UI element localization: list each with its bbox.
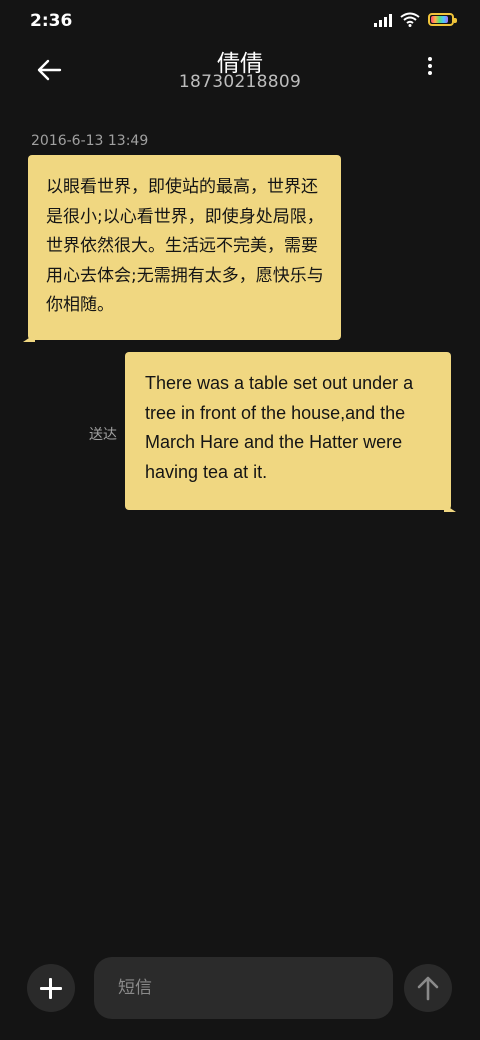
delivery-status: 送达 (89, 427, 117, 443)
status-time: 2:36 (30, 11, 73, 31)
message-input[interactable] (94, 957, 393, 1019)
more-vertical-icon (418, 57, 442, 75)
phone-number: 18730218809 (178, 72, 302, 92)
arrow-up-icon (417, 976, 439, 1001)
send-button[interactable] (404, 964, 452, 1012)
status-icons (374, 12, 457, 27)
battery-icon (428, 13, 457, 26)
status-bar: 2:36 (0, 0, 480, 40)
incoming-message-bubble[interactable]: 以眼看世界，即使站的最高，世界还是很小;以心看世界，即使身处局限，世界依然很大。… (23, 155, 341, 342)
battery-level (431, 16, 448, 23)
more-options-button[interactable] (418, 54, 442, 88)
add-attachment-button[interactable] (27, 964, 75, 1012)
outgoing-message-bubble[interactable]: There was a table set out under a tree i… (125, 352, 456, 512)
outgoing-message-text: There was a table set out under a tree i… (145, 373, 414, 482)
incoming-message-text: 以眼看世界，即使站的最高，世界还是很小;以心看世界，即使身处局限，世界依然很大。… (46, 177, 324, 315)
signal-icon (374, 13, 392, 27)
message-timestamp: 2016-6-13 13:49 (31, 133, 149, 149)
wifi-icon (400, 12, 420, 27)
conversation-header: 倩倩 18730218809 (0, 40, 480, 110)
composer-bar (0, 955, 480, 1020)
